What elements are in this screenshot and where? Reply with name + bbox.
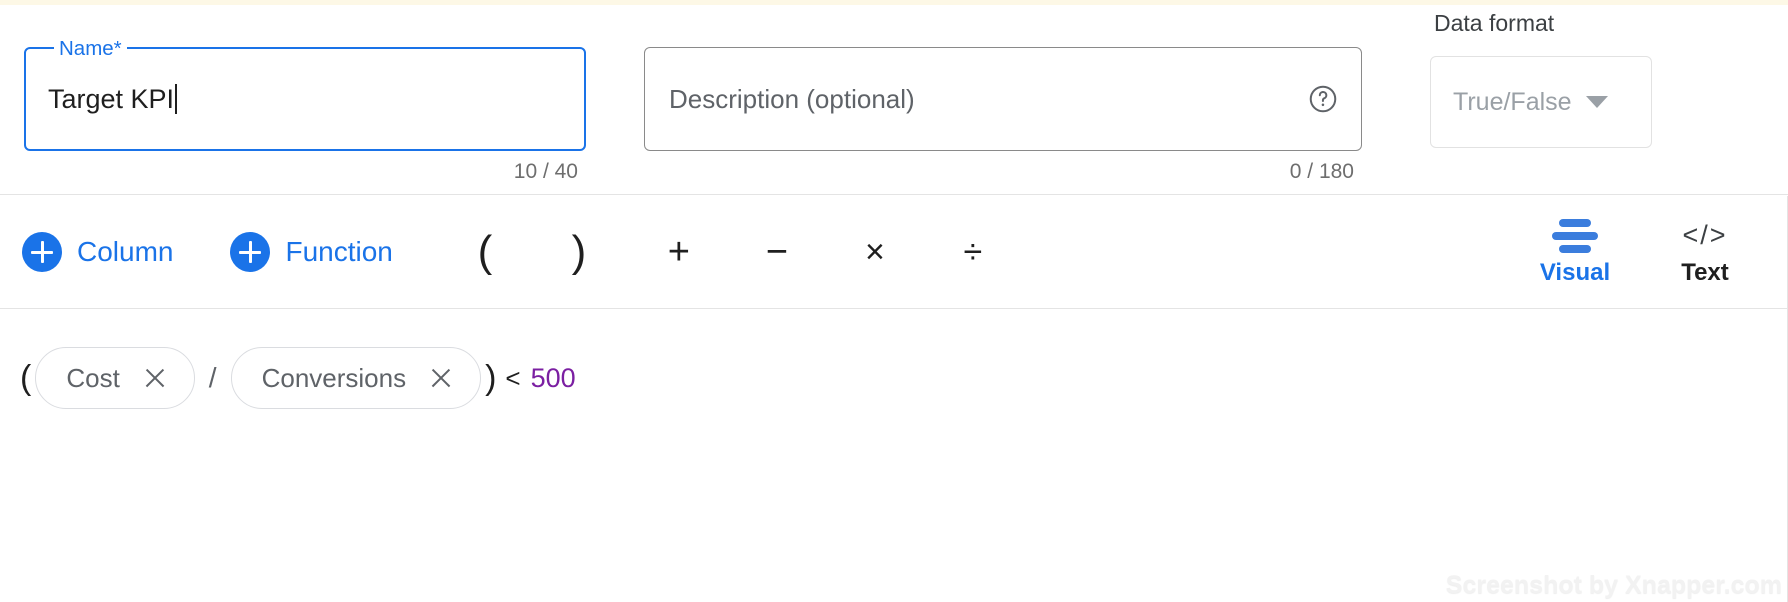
- operator-minus-button[interactable]: −: [749, 232, 805, 272]
- formula-number-literal[interactable]: 500: [531, 363, 576, 393]
- chip-label: Conversions: [261, 363, 407, 393]
- description-placeholder: Description (optional): [669, 84, 915, 114]
- formula-comparator: <: [505, 363, 521, 393]
- operator-multiply-button[interactable]: ×: [847, 232, 903, 272]
- chip-label: Cost: [66, 363, 120, 393]
- name-character-counter: 10 / 40: [513, 160, 578, 183]
- name-input[interactable]: Name* Target KPI: [24, 38, 586, 151]
- visual-bars-icon: [1552, 218, 1598, 253]
- watermark: Screenshot by Xnapper.com: [1445, 571, 1782, 599]
- formula-toolbar: Column Function ( ) + − × ÷ Visual </> T…: [0, 196, 1788, 309]
- add-function-button[interactable]: Function: [230, 232, 393, 272]
- close-icon[interactable]: [428, 365, 454, 391]
- data-format-label: Data format: [1434, 10, 1555, 36]
- formula-editor-screen: Name* Target KPI 10 / 40 Description (op…: [0, 0, 1788, 602]
- mode-visual-label: Visual: [1539, 258, 1611, 286]
- chevron-down-icon: [1585, 96, 1608, 108]
- formula-expression: ( Cost / Conversions ) < 500: [20, 347, 576, 409]
- fields-row: Name* Target KPI 10 / 40 Description (op…: [0, 5, 1788, 195]
- formula-open-paren: (: [20, 359, 32, 397]
- code-brackets-icon: </>: [1682, 220, 1728, 250]
- add-column-label: Column: [77, 236, 174, 267]
- text-cursor: [175, 84, 177, 114]
- formula-chip-cost[interactable]: Cost: [35, 347, 195, 409]
- plus-circle-icon: [22, 232, 62, 272]
- operator-open-paren-button[interactable]: (: [457, 230, 513, 274]
- help-circle-icon[interactable]: [1307, 83, 1339, 115]
- data-format-select[interactable]: True/False: [1430, 56, 1652, 148]
- editor-mode-toggle: Visual </> Text: [1529, 218, 1787, 286]
- data-format-value: True/False: [1453, 88, 1572, 116]
- operator-plus-button[interactable]: +: [651, 232, 707, 272]
- close-icon[interactable]: [142, 365, 168, 391]
- formula-canvas[interactable]: ( Cost / Conversions ) < 500: [0, 309, 1788, 602]
- name-field-label: Name*: [54, 38, 127, 60]
- description-input[interactable]: Description (optional): [644, 47, 1362, 151]
- formula-divide-operator: /: [208, 362, 217, 393]
- mode-visual-tab[interactable]: Visual: [1529, 218, 1621, 286]
- add-function-label: Function: [285, 236, 393, 267]
- name-field-group: Name* Target KPI 10 / 40: [24, 38, 586, 184]
- data-format-group: Data format True/False: [1430, 5, 1652, 148]
- operator-divide-button[interactable]: ÷: [945, 232, 1001, 272]
- add-column-button[interactable]: Column: [22, 232, 173, 272]
- mode-text-tab[interactable]: </> Text: [1659, 219, 1751, 286]
- formula-close-paren: ): [485, 359, 497, 397]
- description-character-counter: 0 / 180: [1289, 160, 1354, 183]
- plus-circle-icon: [230, 232, 271, 272]
- description-field-group: Description (optional) 0 / 180: [644, 47, 1362, 184]
- formula-chip-conversions[interactable]: Conversions: [230, 347, 482, 409]
- name-field-value: Target KPI: [48, 84, 175, 114]
- operator-close-paren-button[interactable]: ): [551, 230, 607, 274]
- mode-text-label: Text: [1681, 258, 1729, 286]
